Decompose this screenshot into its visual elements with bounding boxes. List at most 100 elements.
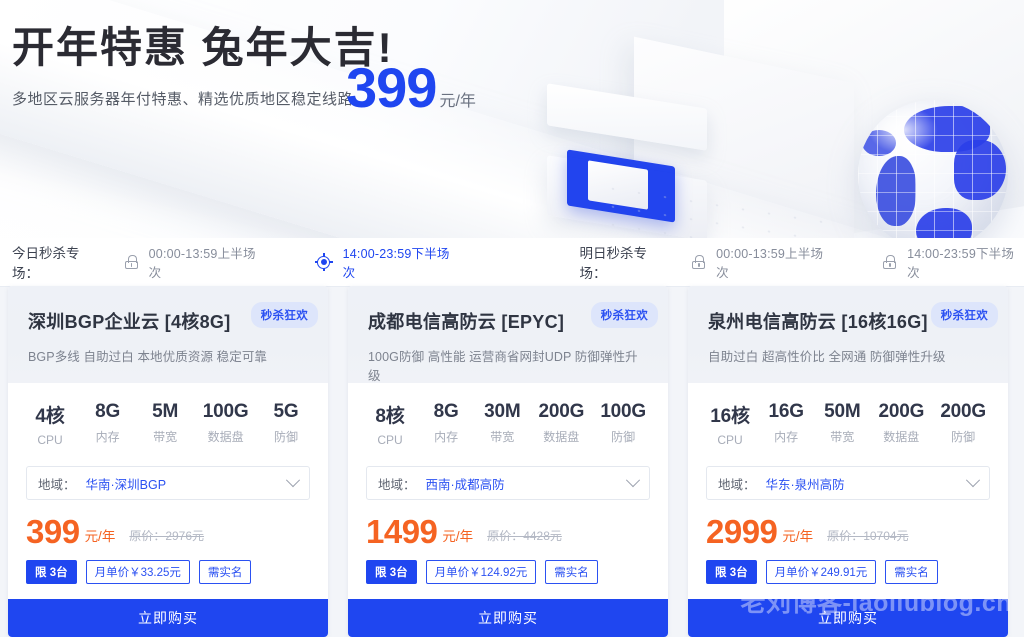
region-value: 西南·成都高防	[425, 477, 505, 492]
lock-icon	[124, 255, 138, 269]
session-label: 14:00-23:59下半场次	[907, 247, 1015, 280]
session-tomorrow-morning[interactable]: 00:00-13:59上半场次	[692, 243, 833, 281]
session-label: 00:00-13:59上半场次	[716, 247, 824, 280]
spec-value: 200G	[940, 401, 986, 422]
spec-datadisk: 200G 数据盘	[878, 401, 924, 447]
promo-badge: 秒杀狂欢	[590, 302, 658, 328]
spec-value: 50M	[824, 401, 861, 422]
price-amount: 399	[26, 513, 80, 550]
spec-label: CPU	[37, 433, 63, 447]
chevron-down-icon	[965, 473, 981, 488]
card-description: 100G防御 高性能 运营商省网封UDP 防御弹性升级	[368, 350, 638, 383]
price-unit: 元/年	[84, 529, 116, 544]
card-header: 泉州电信高防云 [16核16G] 自助过白 超高性价比 全网通 防御弹性升级 秒…	[688, 286, 1008, 383]
session-today-afternoon[interactable]: 14:00-23:59下半场次	[314, 243, 460, 281]
spec-row: 8核 CPU 8G 内存 30M 带宽 200G 数据盘 100G 防御	[366, 383, 650, 447]
spec-memory: 8G 内存	[426, 401, 466, 447]
spec-value: 5M	[152, 401, 179, 422]
lock-icon	[692, 255, 706, 269]
hero-text-block: 开年特惠 兔年大吉! 多地区云服务器年付特惠、精选优质地区稳定线路 399 元/…	[0, 0, 1024, 238]
today-session-group: 今日秒杀专场： 00:00-13:59上半场次 14:00-23:59下半场次	[12, 242, 459, 282]
region-label: 地域：	[378, 477, 416, 492]
spec-datadisk: 100G 数据盘	[203, 401, 249, 447]
today-session-label: 今日秒杀专场：	[12, 246, 80, 281]
session-label: 00:00-13:59上半场次	[148, 247, 256, 280]
card-body: 4核 CPU 8G 内存 5M 带宽 100G 数据盘 5G 防御 地域： 华南…	[8, 383, 328, 599]
card-description: BGP多线 自助过白 本地优质资源 稳定可靠	[28, 350, 268, 364]
spec-value: 8G	[95, 401, 121, 422]
hero-banner: 开年特惠 兔年大吉! 多地区云服务器年付特惠、精选优质地区稳定线路 399 元/…	[0, 0, 1024, 238]
buy-now-button[interactable]: 立即购买	[688, 599, 1008, 637]
session-today-morning[interactable]: 00:00-13:59上半场次	[124, 243, 266, 281]
spec-bandwidth: 5M 带宽	[145, 401, 185, 447]
buy-now-button[interactable]: 立即购买	[8, 599, 328, 637]
spec-value: 100G	[600, 401, 646, 422]
tag-realname: 需实名	[885, 560, 938, 584]
lock-icon	[883, 255, 897, 269]
spec-defense: 5G 防御	[266, 401, 306, 447]
spec-value: 5G	[273, 401, 299, 422]
hero-subtitle: 多地区云服务器年付特惠、精选优质地区稳定线路	[12, 91, 354, 108]
promo-badge: 秒杀狂欢	[930, 302, 998, 328]
product-card-list: 深圳BGP企业云 [4核8G] BGP多线 自助过白 本地优质资源 稳定可靠 秒…	[0, 286, 1024, 637]
spec-label: 内存	[434, 430, 459, 444]
tag-limit: 限 3台	[366, 560, 417, 584]
spec-label: 防御	[273, 430, 298, 444]
region-value: 华南·深圳BGP	[85, 477, 167, 492]
tag-row: 限 3台 月单价￥33.25元 需实名	[26, 560, 310, 599]
spec-label: 数据盘	[207, 430, 244, 444]
hero-price: 399 元/年	[346, 60, 476, 116]
region-select[interactable]: 地域： 华东·泉州高防	[706, 466, 990, 500]
card-body: 8核 CPU 8G 内存 30M 带宽 200G 数据盘 100G 防御 地域：…	[348, 383, 668, 599]
tag-monthly-price: 月单价￥249.91元	[765, 560, 877, 584]
spec-value: 16G	[768, 401, 804, 422]
buy-now-button[interactable]: 立即购买	[348, 599, 668, 637]
tag-monthly-price: 月单价￥33.25元	[85, 560, 190, 584]
spec-label: 内存	[774, 430, 799, 444]
tomorrow-session-label: 明日秒杀专场：	[579, 246, 647, 281]
original-price: 原价：10704元	[827, 529, 909, 543]
price-unit: 元/年	[782, 529, 814, 544]
region-select[interactable]: 地域： 西南·成都高防	[366, 466, 650, 500]
spec-label: 带宽	[153, 430, 178, 444]
session-tomorrow-afternoon[interactable]: 14:00-23:59下半场次	[883, 243, 1024, 281]
tag-realname: 需实名	[198, 560, 252, 584]
tag-row: 限 3台 月单价￥124.92元 需实名	[366, 560, 650, 599]
spec-label: 数据盘	[543, 430, 580, 444]
region-label: 地域：	[718, 477, 756, 492]
spec-cpu: 16核 CPU	[710, 401, 750, 447]
region-label: 地域：	[38, 477, 76, 492]
radio-selected-icon	[314, 253, 333, 271]
hero-price-unit: 元/年	[439, 93, 476, 110]
card-header: 成都电信高防云 [EPYC] 100G防御 高性能 运营商省网封UDP 防御弹性…	[348, 286, 668, 383]
spec-row: 4核 CPU 8G 内存 5M 带宽 100G 数据盘 5G 防御	[26, 383, 310, 447]
tag-limit: 限 3台	[26, 560, 77, 584]
price-row: 2999 元/年 原价：10704元	[706, 513, 990, 550]
card-body: 16核 CPU 16G 内存 50M 带宽 200G 数据盘 200G 防御 地…	[688, 383, 1008, 599]
spec-cpu: 8核 CPU	[370, 401, 410, 447]
original-price: 原价：2976元	[129, 529, 205, 543]
spec-label: 内存	[95, 430, 120, 444]
price-unit: 元/年	[442, 529, 474, 544]
spec-label: CPU	[717, 433, 743, 447]
region-select[interactable]: 地域： 华南·深圳BGP	[26, 466, 310, 500]
spec-value: 8核	[375, 406, 405, 427]
price-row: 399 元/年 原价：2976元	[26, 513, 310, 550]
spec-label: 带宽	[490, 430, 515, 444]
spec-memory: 8G 内存	[88, 401, 128, 447]
chevron-down-icon	[285, 473, 301, 488]
spec-value: 30M	[484, 401, 521, 422]
product-card: 泉州电信高防云 [16核16G] 自助过白 超高性价比 全网通 防御弹性升级 秒…	[688, 286, 1008, 637]
product-card: 成都电信高防云 [EPYC] 100G防御 高性能 运营商省网封UDP 防御弹性…	[348, 286, 668, 637]
spec-label: CPU	[377, 433, 403, 447]
price-amount: 1499	[366, 513, 438, 550]
hero-price-number: 399	[346, 56, 437, 119]
spec-value: 100G	[202, 401, 249, 422]
price-amount: 2999	[706, 513, 778, 550]
hero-title: 开年特惠 兔年大吉!	[12, 24, 394, 71]
promo-page: 开年特惠 兔年大吉! 多地区云服务器年付特惠、精选优质地区稳定线路 399 元/…	[0, 0, 1024, 637]
spec-bandwidth: 50M 带宽	[822, 401, 862, 447]
spec-value: 200G	[538, 401, 585, 422]
tag-limit: 限 3台	[706, 560, 757, 584]
chevron-down-icon	[625, 473, 641, 488]
